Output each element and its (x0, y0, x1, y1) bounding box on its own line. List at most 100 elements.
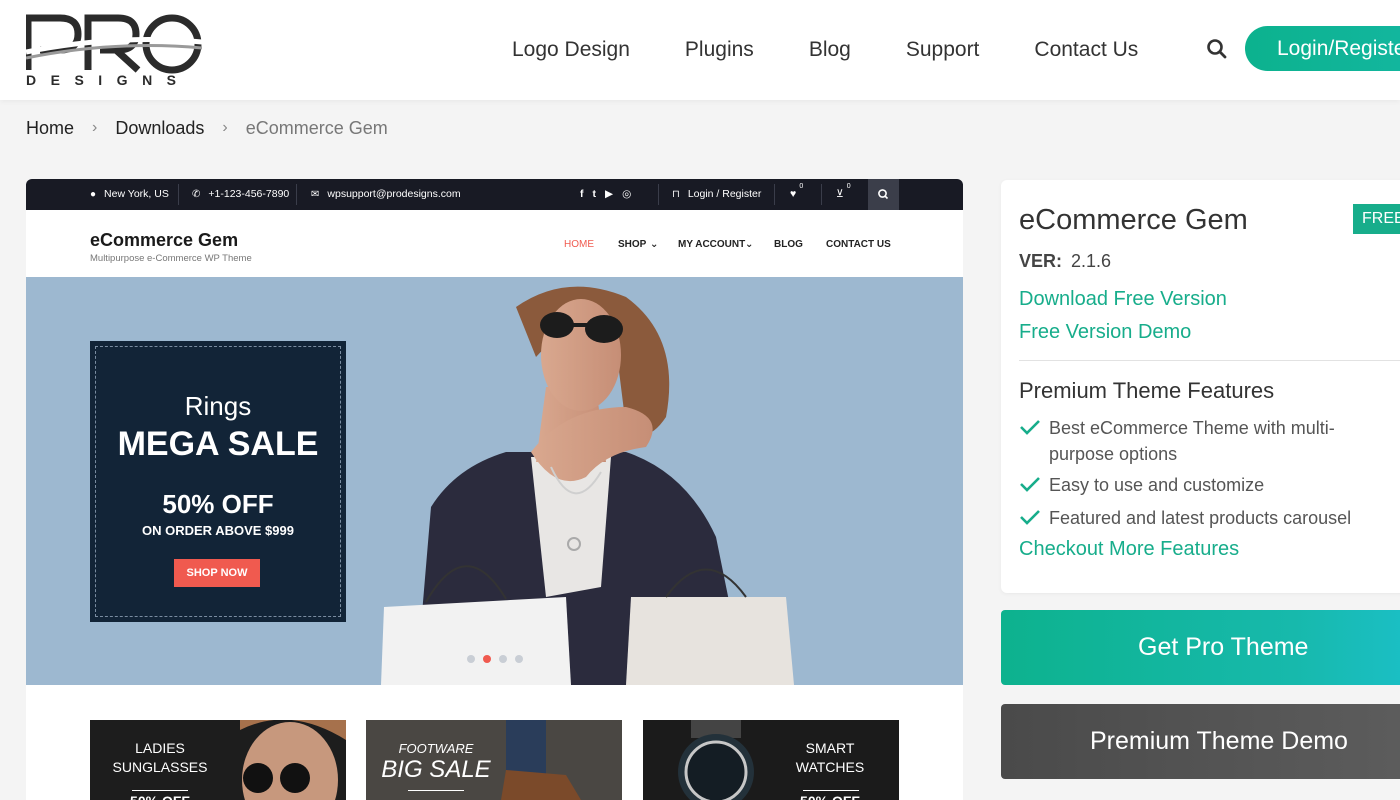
breadcrumb-separator: › (222, 119, 228, 136)
preview-menu-my-account: MY ACCOUNT (678, 239, 746, 250)
divider (774, 184, 775, 205)
divider (408, 790, 464, 791)
preview-email: ✉ wpsupport@prodesigns.com (311, 188, 461, 200)
promo-banner: Rings MEGA SALE 50% OFF ON ORDER ABOVE $… (90, 341, 346, 622)
site-header: DESIGNS Logo Design Plugins Blog Support… (0, 0, 1400, 100)
promo-title: MEGA SALE (117, 425, 319, 463)
preview-social: f t ▶ ◎ (580, 188, 631, 200)
download-free-version-link[interactable]: Download Free Version (1019, 288, 1227, 311)
nav-blog[interactable]: Blog (809, 38, 851, 62)
envelope-icon: ✉ (311, 188, 320, 200)
logo-subtext: DESIGNS (26, 72, 191, 88)
divider (178, 184, 179, 205)
site-logo[interactable]: DESIGNS (26, 12, 202, 90)
login-register-button[interactable]: Login/Register (1245, 26, 1400, 71)
card-ladies-sunglasses: LADIES SUNGLASSES 50% OFF (90, 720, 346, 800)
main-nav: Logo Design Plugins Blog Support Contact… (512, 36, 1193, 64)
features-heading: Premium Theme Features (1019, 378, 1275, 403)
preview-brand: eCommerce Gem Multipurpose e-Commerce WP… (90, 230, 252, 264)
preview-menu-shop: SHOP (618, 239, 647, 250)
search-button[interactable] (1204, 36, 1230, 62)
theme-preview-image[interactable]: ● New York, US ✆ +1-123-456-7890 ✉ wpsup… (26, 179, 963, 800)
preview-menu-blog: BLOG (774, 239, 803, 250)
theme-info-box: eCommerce Gem FREE VER: 2.1.6 Download F… (1001, 180, 1400, 593)
checkout-more-features-link[interactable]: Checkout More Features (1019, 538, 1239, 561)
nav-logo-design[interactable]: Logo Design (512, 38, 630, 62)
premium-theme-demo-button[interactable]: Premium Theme Demo (1001, 704, 1400, 779)
facebook-icon: f (580, 188, 584, 200)
card-smart-watches: SMART WATCHES 50% OFF (643, 720, 899, 800)
preview-wishlist: ♥ 0 (790, 183, 804, 200)
breadcrumb-home[interactable]: Home (26, 118, 74, 139)
cart-icon: ⊻ 0 (836, 183, 851, 200)
search-icon (1207, 39, 1227, 59)
card-label-3: 50% OFF (783, 792, 877, 800)
phone-icon: ✆ (192, 188, 201, 200)
heart-icon: ♥ 0 (790, 183, 804, 200)
slider-dots (467, 655, 531, 663)
logo-mark-icon (26, 14, 202, 74)
get-pro-theme-button[interactable]: Get Pro Theme (1001, 610, 1400, 685)
lock-icon: ⊓ (672, 188, 680, 200)
version-label: VER: (1019, 251, 1063, 271)
check-icon (1019, 472, 1049, 498)
card-label-1: SMART (805, 740, 855, 756)
feature-text: Best eCommerce Theme with multi-purpose … (1049, 418, 1335, 464)
card-label-2: BIG SALE (381, 756, 491, 783)
card-label-2: SUNGLASSES (112, 759, 208, 775)
card-footware: FOOTWARE BIG SALE (366, 720, 622, 800)
slider-dot-active (483, 655, 491, 663)
divider (803, 790, 859, 791)
youtube-icon: ▶ (605, 188, 614, 200)
breadcrumb: Home › Downloads › eCommerce Gem (26, 116, 388, 140)
free-version-demo-link[interactable]: Free Version Demo (1019, 321, 1191, 344)
breadcrumb-current: eCommerce Gem (245, 117, 388, 138)
preview-cart: ⊻ 0 (836, 183, 851, 200)
divider (1019, 360, 1400, 361)
chevron-down-icon: ⌄ (745, 239, 754, 250)
instagram-icon: ◎ (622, 188, 632, 200)
feature-item: Easy to use and customize (1019, 472, 1399, 498)
promo-subtitle: Rings (184, 391, 252, 421)
preview-navbar: eCommerce Gem Multipurpose e-Commerce WP… (26, 210, 963, 277)
divider (821, 184, 822, 205)
feature-item: Best eCommerce Theme with multi-purpose … (1019, 415, 1399, 467)
card-label-1: LADIES (135, 740, 185, 756)
preview-topbar: ● New York, US ✆ +1-123-456-7890 ✉ wpsup… (26, 179, 963, 210)
twitter-icon: t (592, 188, 597, 200)
version-info: VER: 2.1.6 (1019, 251, 1111, 272)
nav-support[interactable]: Support (906, 38, 980, 62)
free-badge: FREE (1353, 204, 1400, 234)
feature-text: Featured and latest products carousel (1049, 508, 1352, 528)
preview-category-cards: LADIES SUNGLASSES 50% OFF FOOTWARE BIG S… (26, 685, 963, 800)
slider-dot (499, 655, 507, 663)
preview-menu-contact: CONTACT US (826, 239, 891, 250)
theme-title: eCommerce Gem (1019, 204, 1248, 236)
version-number: 2.1.6 (1071, 251, 1112, 271)
divider (658, 184, 659, 205)
preview-login: ⊓ Login / Register (672, 188, 762, 200)
preview-phone: ✆ +1-123-456-7890 (192, 188, 290, 200)
preview-location: ● New York, US (90, 188, 169, 200)
nav-contact-us[interactable]: Contact Us (1034, 38, 1138, 62)
feature-text: Easy to use and customize (1049, 475, 1265, 495)
preview-search (868, 179, 899, 210)
divider (296, 184, 297, 205)
card-label-3: 50% OFF (114, 792, 206, 800)
map-marker-icon: ● (90, 188, 97, 200)
preview-menu-home: HOME (564, 239, 594, 250)
promo-condition: ON ORDER ABOVE $999 (142, 523, 294, 538)
check-icon (1019, 505, 1049, 531)
feature-item: Featured and latest products carousel (1019, 505, 1399, 531)
check-icon (1019, 415, 1049, 467)
search-icon (878, 189, 889, 200)
slider-dot (467, 655, 475, 663)
divider (132, 790, 188, 791)
breadcrumb-separator: › (92, 119, 98, 136)
shop-now-button: SHOP NOW (174, 559, 260, 587)
slider-dot (515, 655, 523, 663)
nav-plugins[interactable]: Plugins (685, 38, 754, 62)
breadcrumb-downloads[interactable]: Downloads (115, 118, 204, 139)
card-label-2: WATCHES (795, 759, 865, 775)
promo-discount: 50% OFF (162, 489, 274, 519)
